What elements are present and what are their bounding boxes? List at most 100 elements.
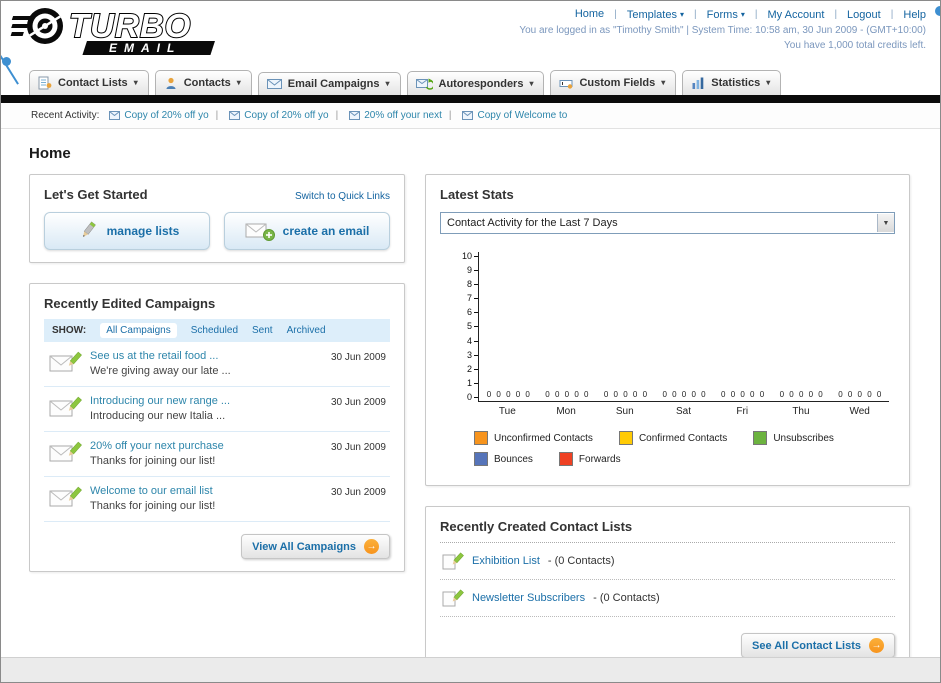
campaign-row: Welcome to our email list Thanks for joi… xyxy=(44,477,390,522)
activity-link[interactable]: 20% off your next xyxy=(364,110,442,121)
contact-list-link[interactable]: Newsletter Subscribers xyxy=(472,592,585,604)
accent-dot xyxy=(935,6,940,16)
autoresponders-icon xyxy=(415,78,433,90)
chart-y-tick-label: 8 xyxy=(467,280,478,289)
latest-stats-panel: Latest Stats Contact Activity for the La… xyxy=(425,174,910,486)
recent-campaigns-title: Recently Edited Campaigns xyxy=(44,296,216,311)
content: Home Let's Get Started Switch to Quick L… xyxy=(1,129,940,682)
activity-item: Copy of 20% off yo xyxy=(109,110,209,121)
switch-to-quick-links-link[interactable]: Switch to Quick Links xyxy=(295,191,390,202)
chart-y-axis: 10 9 8 7 6 5 4 3 2 1 0 xyxy=(452,252,478,402)
stats-period-select[interactable]: Contact Activity for the Last 7 Days ▼ xyxy=(440,212,895,234)
campaign-date: 30 Jun 2009 xyxy=(330,352,386,363)
logo-secondary-text: EMAIL xyxy=(109,41,181,55)
see-all-contact-lists-button[interactable]: See All Contact Lists → xyxy=(740,633,895,658)
pencil-icon xyxy=(82,221,96,237)
link-logout[interactable]: Logout xyxy=(847,9,881,21)
email-icon xyxy=(462,111,474,120)
tab-label: Email Campaigns xyxy=(287,78,380,90)
filter-sent[interactable]: Sent xyxy=(252,325,273,336)
email-icon xyxy=(349,111,361,120)
chart-y-tick-label: 5 xyxy=(467,322,478,331)
legend-item: Bounces xyxy=(474,452,533,466)
tab-contact-lists[interactable]: Contact Lists ▾ xyxy=(29,70,149,95)
contact-list-row: Newsletter Subscribers - (0 Contacts) xyxy=(440,580,895,617)
chart-day-column: 0 0 0 0 0 xyxy=(596,252,655,401)
get-started-panel: Let's Get Started Switch to Quick Links xyxy=(29,174,405,263)
activity-item: 20% off your next xyxy=(329,110,442,121)
link-home[interactable]: Home xyxy=(575,8,604,20)
chart-y-tick-label: 7 xyxy=(467,294,478,303)
campaign-title-link[interactable]: 20% off your next purchase xyxy=(90,440,323,452)
legend-item: Unsubscribes xyxy=(753,431,834,445)
legend-swatch-forwards xyxy=(558,452,573,466)
page-title: Home xyxy=(29,145,71,162)
campaign-title-link[interactable]: See us at the retail food ... xyxy=(90,350,323,362)
tab-custom-fields[interactable]: Custom Fields ▾ xyxy=(550,70,677,95)
chart-plot: 0 0 0 0 0 0 0 0 0 0 0 0 0 0 0 0 0 0 0 0 0 0 … xyxy=(478,252,889,402)
chart-x-tick-label: Tue xyxy=(498,406,516,417)
header: TURBO EMAIL Home Templates▾ Forms▾ My Ac… xyxy=(1,1,940,65)
link-forms[interactable]: Forms xyxy=(707,9,738,21)
contact-list-link[interactable]: Exhibition List xyxy=(472,555,540,567)
campaign-title-link[interactable]: Welcome to our email list xyxy=(90,485,323,497)
chart-value-labels: 0 0 0 0 0 xyxy=(545,390,589,399)
activity-item: Copy of Welcome to xyxy=(442,110,567,121)
campaign-title-link[interactable]: Introducing our new range ... xyxy=(90,395,323,407)
tab-email-campaigns[interactable]: Email Campaigns ▾ xyxy=(257,72,401,95)
footer xyxy=(1,657,940,682)
tab-statistics[interactable]: Statistics ▾ xyxy=(682,70,782,95)
see-all-contact-lists-label: See All Contact Lists xyxy=(751,639,861,652)
link-templates[interactable]: Templates xyxy=(627,9,677,21)
tab-contacts[interactable]: Contacts ▾ xyxy=(154,70,252,95)
caret-down-icon: ▾ xyxy=(679,9,684,19)
legend-item: Unconfirmed Contacts xyxy=(474,431,593,445)
activity-link[interactable]: Copy of Welcome to xyxy=(477,110,567,121)
campaign-subtitle: Introducing our new Italia ... xyxy=(90,410,226,422)
activity-link[interactable]: Copy of 20% off yo xyxy=(244,110,328,121)
chart-day-column: 0 0 0 0 0 xyxy=(830,252,889,401)
legend-item: Confirmed Contacts xyxy=(618,431,727,445)
tab-autoresponders[interactable]: Autoresponders ▾ xyxy=(406,71,545,95)
tab-label: Autoresponders xyxy=(438,77,524,90)
get-started-title: Let's Get Started xyxy=(44,187,148,202)
right-column: Latest Stats Contact Activity for the La… xyxy=(425,174,910,682)
arrow-right-icon: → xyxy=(364,539,379,554)
contact-list-row: Exhibition List - (0 Contacts) xyxy=(440,543,895,580)
tab-label: Contact Lists xyxy=(58,77,128,89)
legend-label: Unconfirmed Contacts xyxy=(494,432,593,444)
custom-fields-icon xyxy=(559,80,573,89)
contact-activity-chart: 10 9 8 7 6 5 4 3 2 1 0 0 0 0 0 00 0 0 0 00 0 0 0 0… xyxy=(452,252,889,402)
manage-lists-button[interactable]: manage lists xyxy=(44,212,210,250)
create-email-button[interactable]: create an email xyxy=(224,212,390,250)
filter-archived[interactable]: Archived xyxy=(287,325,326,336)
tab-label: Custom Fields xyxy=(579,77,656,89)
activity-item: Copy of 20% off yo xyxy=(209,110,329,121)
filter-all-campaigns[interactable]: All Campaigns xyxy=(100,323,177,338)
chart-y-tick-label: 4 xyxy=(467,336,478,346)
caret-down-icon: ▾ xyxy=(661,78,666,87)
logo-primary-text: TURBO xyxy=(69,7,191,44)
chart-y-tick-label: 10 xyxy=(462,252,478,261)
view-all-campaigns-button[interactable]: View All Campaigns → xyxy=(241,534,390,559)
chart-value-labels: 0 0 0 0 0 xyxy=(486,390,530,399)
edit-campaign-icon xyxy=(49,351,82,372)
arrow-right-icon: → xyxy=(869,638,884,653)
campaign-row: Introducing our new range ... Introducin… xyxy=(44,387,390,432)
caret-down-icon: ▾ xyxy=(529,78,534,88)
legend-swatch-bounces xyxy=(474,452,488,466)
chart-x-tick-label: Wed xyxy=(849,406,870,417)
activity-link[interactable]: Copy of 20% off yo xyxy=(124,110,208,121)
link-my-account[interactable]: My Account xyxy=(768,9,825,21)
link-help[interactable]: Help xyxy=(903,9,926,21)
email-icon xyxy=(109,111,121,120)
recent-activity-label: Recent Activity: xyxy=(31,110,100,121)
chart-value-labels: 0 0 0 0 0 xyxy=(779,390,823,399)
caret-down-icon: ▾ xyxy=(236,78,241,87)
statistics-icon xyxy=(692,77,704,89)
legend-swatch-unsubscribes xyxy=(753,431,768,445)
filter-scheduled[interactable]: Scheduled xyxy=(191,325,238,336)
view-all-campaigns-label: View All Campaigns xyxy=(252,540,356,553)
caret-down-icon: ▾ xyxy=(766,78,771,87)
campaign-date: 30 Jun 2009 xyxy=(330,397,386,408)
